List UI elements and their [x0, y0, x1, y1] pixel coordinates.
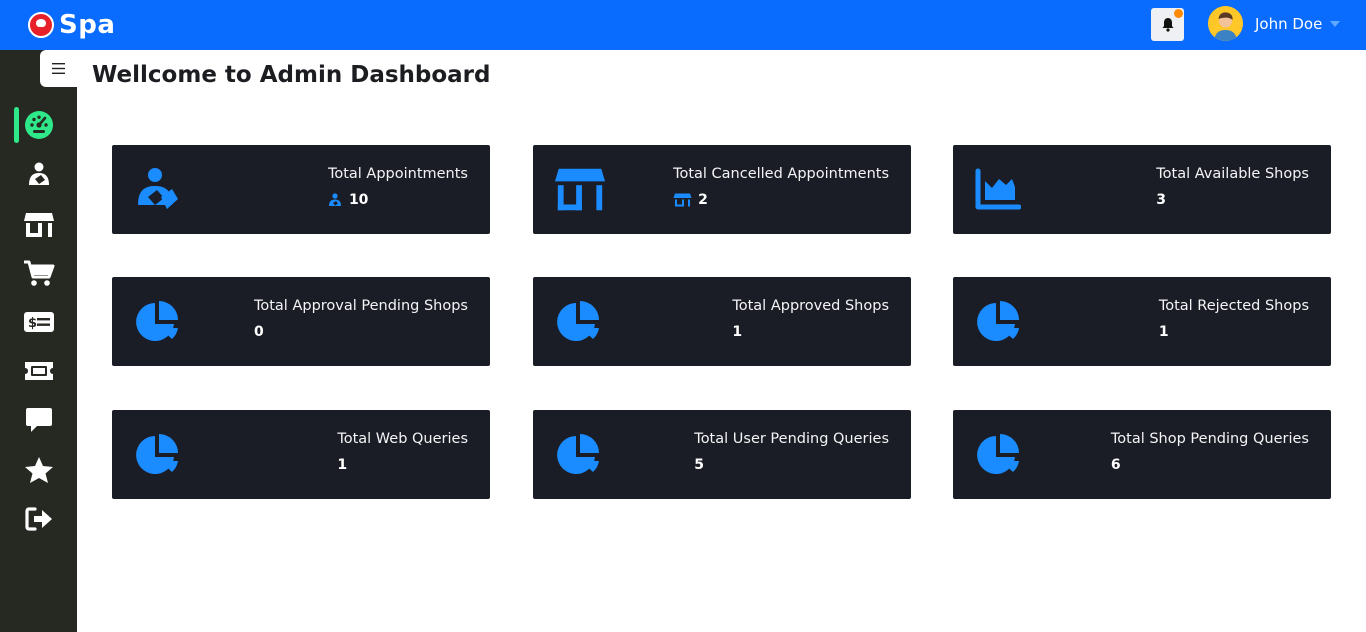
- star-icon: [25, 457, 53, 483]
- card-value: 1: [337, 457, 348, 473]
- dashboard-icon: [25, 111, 53, 139]
- card-label: Total Cancelled Appointments: [673, 166, 889, 182]
- avatar: [1208, 6, 1243, 41]
- card-value: 2: [698, 192, 708, 208]
- pie-chart-icon: [557, 301, 599, 341]
- user-heart-icon: [138, 168, 178, 209]
- top-navbar: Spa John Doe: [0, 0, 1366, 50]
- chevron-down-icon: [1330, 20, 1341, 27]
- stat-card-user-pending-queries[interactable]: Total User Pending Queries 5: [533, 410, 911, 499]
- card-label: Total Appointments: [327, 166, 468, 182]
- menu-icon: [52, 63, 65, 74]
- stat-card-approved-shops[interactable]: Total Approved Shops 1: [533, 277, 911, 366]
- sidebar-item-dashboard[interactable]: [14, 105, 64, 145]
- card-label: Total Approval Pending Shops: [253, 298, 468, 314]
- card-label: Total Web Queries: [337, 431, 468, 447]
- stat-card-shop-pending-queries[interactable]: Total Shop Pending Queries 6: [953, 410, 1331, 499]
- user-menu[interactable]: John Doe: [1208, 6, 1341, 41]
- card-value: 5: [694, 457, 705, 473]
- bell-icon: [1162, 18, 1173, 32]
- logout-icon: [25, 507, 52, 531]
- card-label: Total User Pending Queries: [694, 431, 889, 447]
- card-value: 0: [253, 324, 264, 340]
- sidebar-item-shops[interactable]: [14, 205, 64, 245]
- card-label: Total Approved Shops: [732, 298, 889, 314]
- money-bill-icon: $: [24, 312, 54, 332]
- stat-card-approval-pending-shops[interactable]: Total Approval Pending Shops 0: [112, 277, 490, 366]
- card-value: 10: [348, 192, 369, 208]
- brand-name: Spa: [59, 10, 116, 40]
- pie-chart-icon: [136, 301, 178, 341]
- sidebar-item-appointments[interactable]: [14, 155, 64, 195]
- pie-chart-icon: [136, 434, 178, 474]
- stat-card-appointments[interactable]: Total Appointments 10: [112, 145, 490, 234]
- chat-icon: [26, 408, 52, 432]
- stat-card-web-queries[interactable]: Total Web Queries 1: [112, 410, 490, 499]
- appointment-icon: [29, 162, 49, 185]
- card-label: Total Available Shops: [1156, 166, 1309, 182]
- sidebar-item-logout[interactable]: [14, 499, 64, 539]
- area-chart-icon: [975, 168, 1021, 210]
- card-value: 6: [1110, 457, 1121, 473]
- sidebar-toggle-button[interactable]: [40, 50, 77, 87]
- stat-card-available-shops[interactable]: Total Available Shops 3: [953, 145, 1331, 234]
- cart-icon: [24, 260, 55, 286]
- ticket-icon: [25, 362, 53, 380]
- store-icon: [554, 168, 606, 211]
- sidebar-item-tickets[interactable]: [14, 351, 64, 391]
- card-label: Total Shop Pending Queries: [1110, 431, 1309, 447]
- sidebar-item-reviews[interactable]: [14, 450, 64, 490]
- stat-card-cancelled-appointments[interactable]: Total Cancelled Appointments 2: [533, 145, 911, 234]
- card-value: 1: [1158, 324, 1169, 340]
- pie-chart-icon: [977, 434, 1019, 474]
- notifications-button[interactable]: [1151, 8, 1184, 41]
- sidebar-item-cart[interactable]: [14, 253, 64, 293]
- sidebar-item-payments[interactable]: $: [14, 302, 64, 342]
- card-value: 3: [1156, 192, 1166, 208]
- store-icon: [673, 193, 692, 207]
- shop-icon: [24, 213, 54, 237]
- svg-text:$: $: [28, 316, 37, 331]
- notification-dot: [1174, 9, 1183, 18]
- pie-chart-icon: [977, 301, 1019, 341]
- user-heart-icon: [328, 193, 341, 206]
- card-value: 1: [732, 324, 743, 340]
- page-title: Wellcome to Admin Dashboard: [92, 62, 491, 88]
- brand[interactable]: Spa: [28, 8, 115, 42]
- stat-card-rejected-shops[interactable]: Total Rejected Shops 1: [953, 277, 1331, 366]
- user-name: John Doe: [1255, 14, 1323, 33]
- brand-logo-icon: [28, 12, 54, 38]
- pie-chart-icon: [557, 434, 599, 474]
- sidebar-item-messages[interactable]: [14, 400, 64, 440]
- card-label: Total Rejected Shops: [1158, 298, 1309, 314]
